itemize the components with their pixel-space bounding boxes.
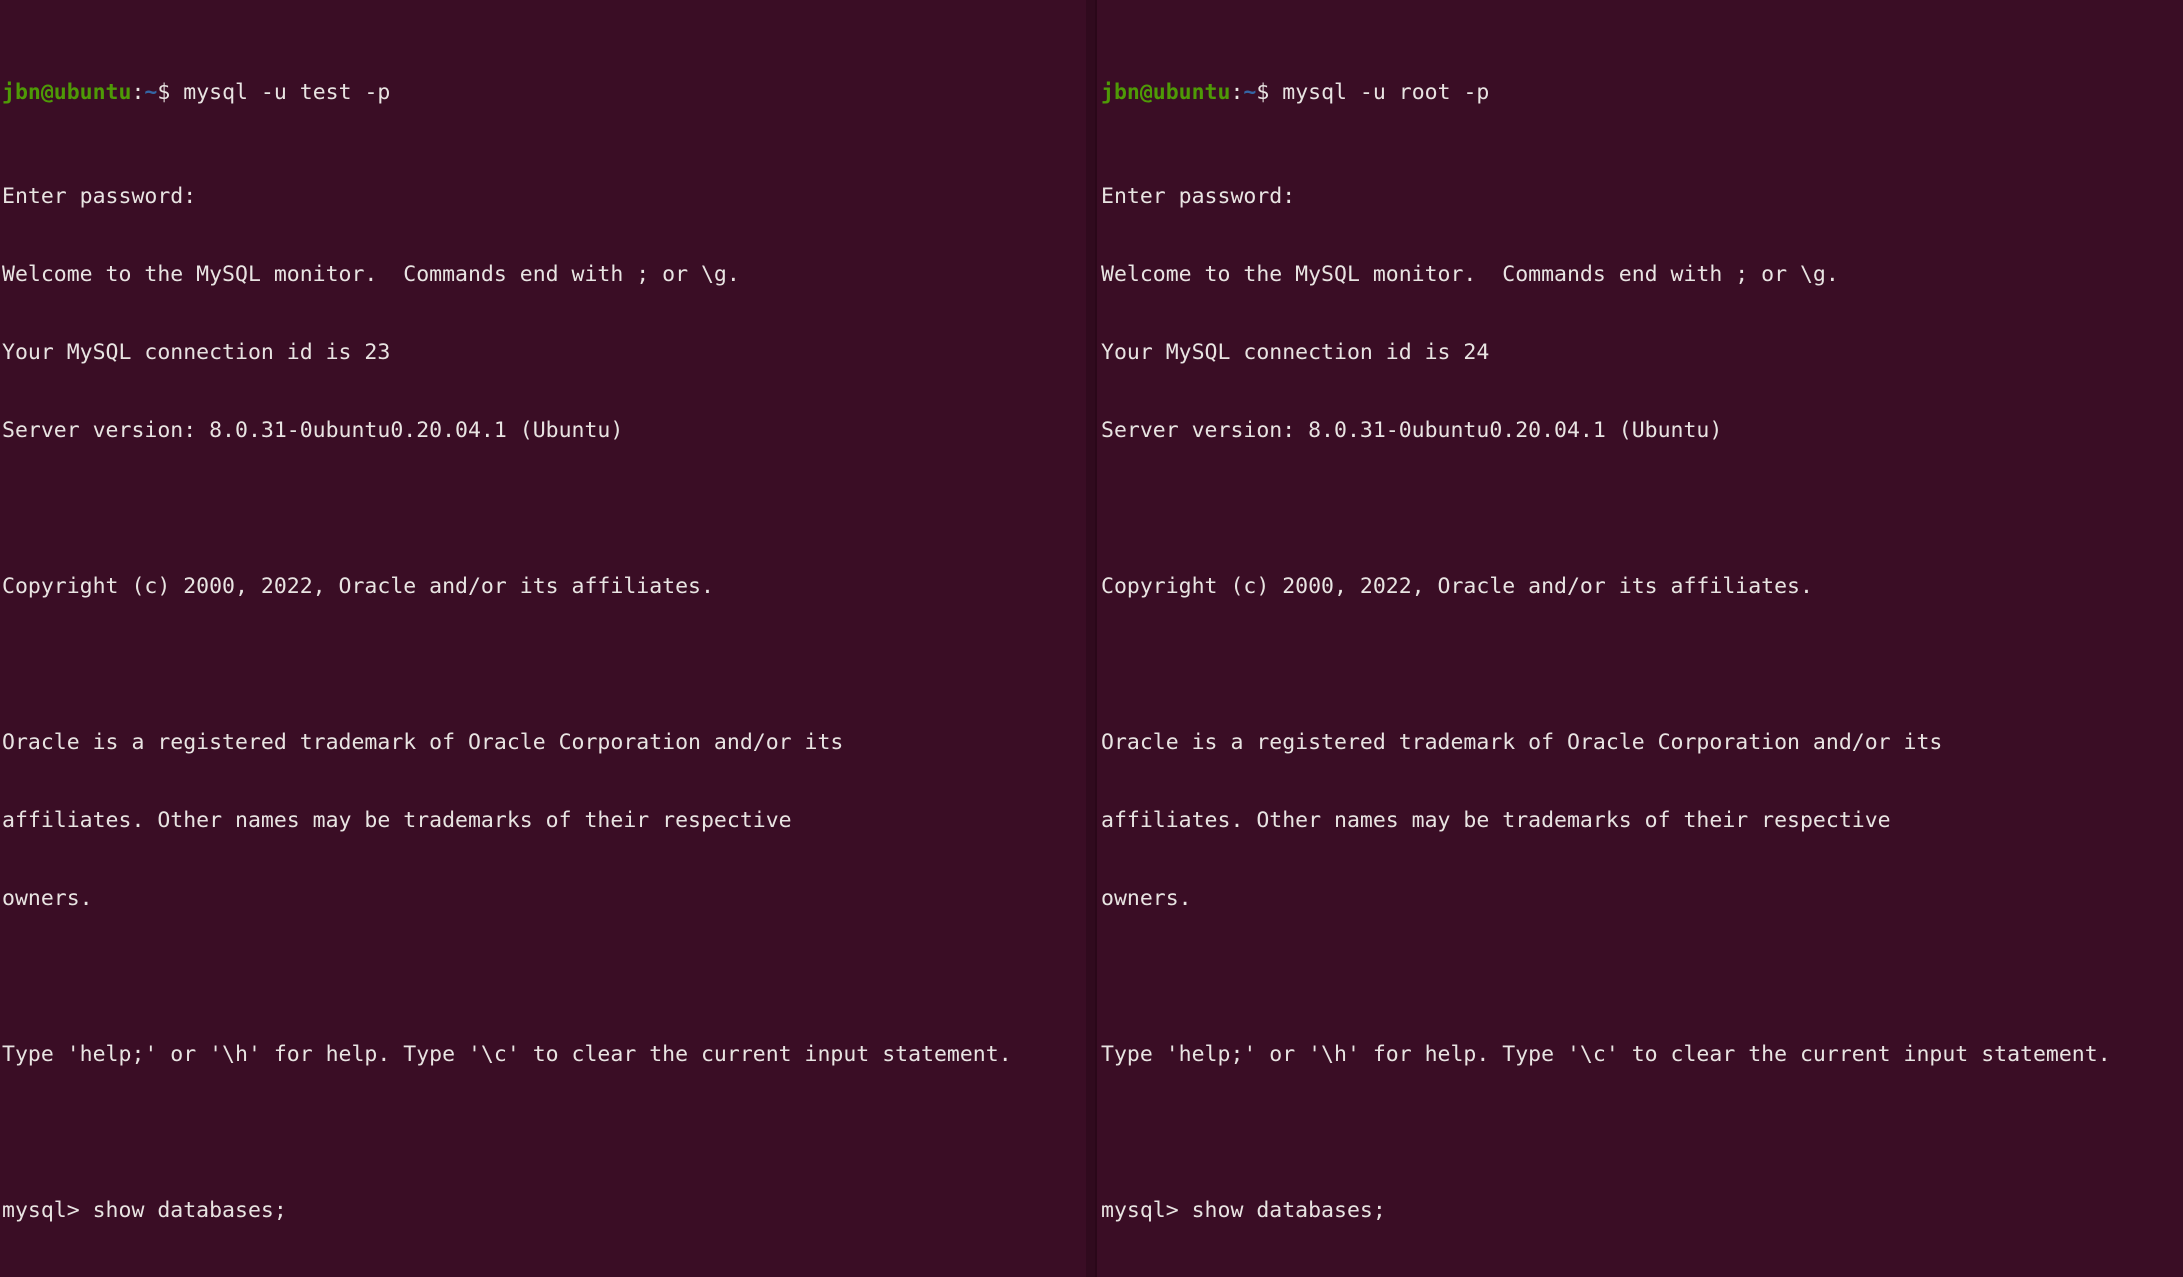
terminal-line: Copyright (c) 2000, 2022, Oracle and/or … xyxy=(1101,574,1813,599)
terminal-line: Server version: 8.0.31-0ubuntu0.20.04.1 … xyxy=(1101,418,1723,443)
prompt-user-host: jbn@ubuntu xyxy=(1101,80,1231,105)
terminal-line-command: mysql> show databases; xyxy=(2,1198,287,1223)
prompt-dollar: $ xyxy=(157,80,171,105)
shell-prompt-line: jbn@ubuntu:~$ mysql -u test -p xyxy=(2,80,1086,106)
terminal-output-left: jbn@ubuntu:~$ mysql -u test -p Enter pas… xyxy=(2,2,1086,1277)
prompt-dollar: $ xyxy=(1256,80,1270,105)
terminal-line: Welcome to the MySQL monitor. Commands e… xyxy=(1101,262,1839,287)
terminal-line: affiliates. Other names may be trademark… xyxy=(2,808,792,833)
terminal-line: Oracle is a registered trademark of Orac… xyxy=(2,730,844,755)
terminal-line: owners. xyxy=(1101,886,1192,911)
shell-command: mysql -u root -p xyxy=(1269,80,1490,105)
terminal-pane-left[interactable]: jbn@ubuntu:~$ mysql -u test -p Enter pas… xyxy=(0,0,1086,1277)
prompt-colon: : xyxy=(131,80,145,105)
prompt-colon: : xyxy=(1230,80,1244,105)
terminal-line: Oracle is a registered trademark of Orac… xyxy=(1101,730,1943,755)
terminal-output-right: jbn@ubuntu:~$ mysql -u root -p Enter pas… xyxy=(1101,2,2183,1277)
terminal-line: Server version: 8.0.31-0ubuntu0.20.04.1 … xyxy=(2,418,624,443)
prompt-path: ~ xyxy=(1243,80,1257,105)
terminal-line: Enter password: xyxy=(1101,184,1296,209)
terminal-line: affiliates. Other names may be trademark… xyxy=(1101,808,1891,833)
terminal-line: Your MySQL connection id is 24 xyxy=(1101,340,1490,365)
terminal-line: Type 'help;' or '\h' for help. Type '\c'… xyxy=(2,1042,1012,1067)
prompt-user-host: jbn@ubuntu xyxy=(2,80,132,105)
pane-divider[interactable] xyxy=(1086,0,1097,1277)
prompt-path: ~ xyxy=(144,80,158,105)
terminal-line: Welcome to the MySQL monitor. Commands e… xyxy=(2,262,740,287)
terminal-line: owners. xyxy=(2,886,93,911)
terminal-line: Copyright (c) 2000, 2022, Oracle and/or … xyxy=(2,574,714,599)
terminal-line: Enter password: xyxy=(2,184,197,209)
terminal-line-command: mysql> show databases; xyxy=(1101,1198,1386,1223)
shell-prompt-line: jbn@ubuntu:~$ mysql -u root -p xyxy=(1101,80,2183,106)
terminal-line: Type 'help;' or '\h' for help. Type '\c'… xyxy=(1101,1042,2111,1067)
terminal-desktop: jbn@ubuntu:~$ mysql -u test -p Enter pas… xyxy=(0,0,2183,1277)
terminal-pane-right[interactable]: jbn@ubuntu:~$ mysql -u root -p Enter pas… xyxy=(1097,0,2183,1277)
shell-command: mysql -u test -p xyxy=(170,80,391,105)
terminal-line: Your MySQL connection id is 23 xyxy=(2,340,391,365)
